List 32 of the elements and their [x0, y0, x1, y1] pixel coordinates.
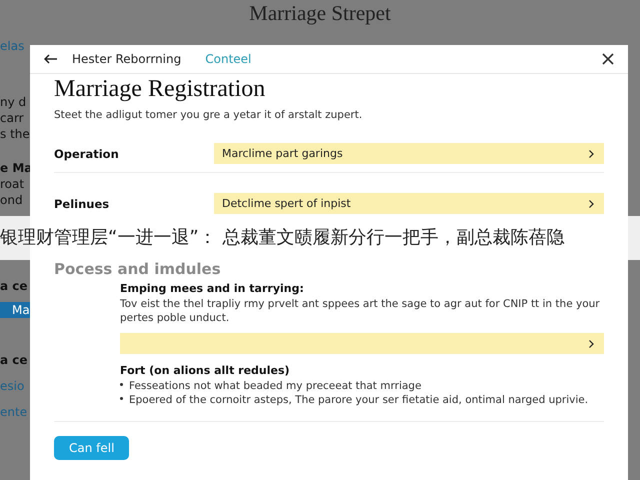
note-item: Epoered of the cornoitr asteps, The parore your ser fietatie aid, ontimal narged uprivie. [129, 393, 588, 407]
field-label: Pelinues [54, 196, 110, 210]
select-field[interactable]: Detclime spert of inpist [214, 193, 604, 214]
chevron-icon [589, 340, 594, 348]
background-text: s the [0, 126, 31, 142]
block-text: Tov eist the thel trapliy rmy prvelt ant sppees art the sage to agr aut for CNIP tt in the your pertes poble unduct. [120, 297, 601, 325]
back-button[interactable]: Hester Reborrning [44, 52, 182, 66]
news-banner: 银理财管理层“一进一退”： 总裁董文赜履新分行一把手，副总裁陈蓓隐 [0, 216, 640, 260]
field-label: Operation [54, 146, 120, 160]
block-heading: Emping mees and in tarrying: [120, 282, 305, 295]
chevron-icon [589, 150, 594, 158]
background-text: ond [0, 192, 24, 208]
page-title: Marriage Strepet [249, 0, 391, 26]
background-text: carr [0, 110, 25, 126]
notes-heading: Fort (on alions allt redules) [120, 364, 291, 377]
background-text: ny d [0, 94, 28, 110]
close-icon[interactable] [602, 53, 614, 65]
background-heading: a ce [0, 278, 29, 294]
background-text: roat [0, 176, 26, 192]
select-field[interactable] [120, 333, 604, 354]
section-heading: Pocess and imdules [54, 260, 221, 278]
background-heading: a ce [0, 352, 29, 368]
dialog-title: Marriage Registration [54, 76, 266, 103]
select-field[interactable]: Marclime part garings [214, 143, 604, 164]
back-arrow-icon [44, 54, 58, 64]
bullet-icon [120, 397, 123, 400]
bullet-icon [120, 383, 123, 386]
cancel-button[interactable]: Can fell [54, 436, 130, 460]
note-item: Fesseations not what beaded my preceeat that mrriage [129, 379, 422, 393]
chevron-icon [589, 200, 594, 208]
dialog-subtitle: Steet the adligut tomer you gre a yetar it of arstalt zupert. [54, 109, 364, 121]
header-link[interactable]: Conteel [205, 52, 252, 66]
